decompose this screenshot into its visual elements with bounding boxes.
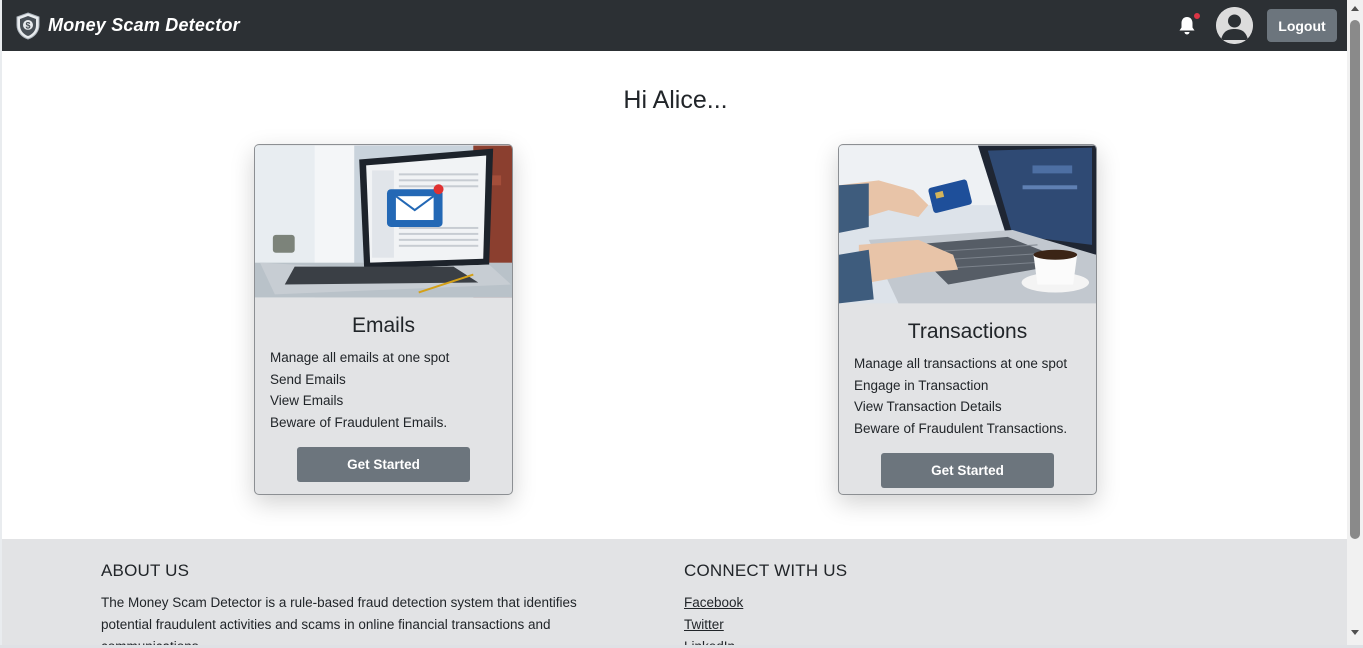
social-links: Facebook Twitter LinkedIn — [684, 592, 984, 645]
transactions-card-line: Beware of Fraudulent Transactions. — [854, 420, 1068, 436]
facebook-link[interactable]: Facebook — [684, 592, 984, 614]
emails-card-title: Emails — [351, 314, 415, 337]
transactions-card-line: View Transaction Details — [854, 399, 1002, 414]
brand-link[interactable]: $ Money Scam Detector — [14, 11, 240, 40]
page-greeting: Hi Alice... — [623, 86, 728, 114]
emails-card: Emails Manage all emails at one spot Sen… — [254, 144, 513, 495]
transactions-card-line: Manage all transactions at one spot — [854, 356, 1068, 371]
transactions-card-description: Manage all transactions at one spot Enga… — [839, 353, 1096, 439]
twitter-link[interactable]: Twitter — [684, 614, 984, 636]
navbar-actions: Logout — [1176, 0, 1337, 51]
emails-get-started-button[interactable]: Get Started — [297, 447, 470, 482]
top-navbar: $ Money Scam Detector Logout — [2, 0, 1347, 51]
emails-card-line: Beware of Fraudulent Emails. — [270, 414, 448, 430]
svg-text:$: $ — [25, 20, 30, 30]
notifications-button[interactable] — [1176, 11, 1201, 37]
connect-heading: CONNECT WITH US — [684, 561, 848, 580]
transactions-card: Transactions Manage all transactions at … — [838, 144, 1097, 495]
logout-button[interactable]: Logout — [1267, 9, 1337, 42]
linkedin-link[interactable]: LinkedIn — [684, 636, 984, 645]
vertical-scrollbar[interactable] — [1347, 0, 1363, 645]
page-footer: ABOUT US The Money Scam Detector is a ru… — [2, 539, 1347, 645]
scroll-up-arrow-icon[interactable] — [1351, 6, 1359, 11]
transactions-get-started-button[interactable]: Get Started — [881, 453, 1054, 488]
about-text: The Money Scam Detector is a rule-based … — [101, 595, 577, 645]
emails-card-description: Manage all emails at one spot Send Email… — [255, 347, 512, 433]
laptop-email-image — [255, 145, 512, 298]
user-avatar-icon — [1216, 7, 1253, 44]
emails-card-line: Send Emails — [270, 371, 346, 387]
emails-card-line: Manage all emails at one spot — [270, 350, 450, 365]
brand-title: Money Scam Detector — [48, 15, 240, 35]
notification-dot — [1193, 11, 1201, 20]
about-heading: ABOUT US — [101, 561, 190, 580]
footer-connect-section: CONNECT WITH US Facebook Twitter LinkedI… — [684, 561, 984, 645]
scroll-down-arrow-icon[interactable] — [1351, 630, 1359, 635]
user-avatar[interactable] — [1216, 7, 1253, 44]
laptop-card-image — [839, 145, 1096, 304]
scrollbar-thumb[interactable] — [1350, 20, 1360, 539]
transactions-card-title: Transactions — [907, 320, 1028, 343]
page-viewport: $ Money Scam Detector Logout Hi Alice...… — [0, 0, 1347, 645]
transactions-card-line: Engage in Transaction — [854, 377, 989, 393]
shield-logo-icon: $ — [16, 11, 40, 40]
footer-about-section: ABOUT US The Money Scam Detector is a ru… — [101, 561, 621, 645]
emails-card-line: View Emails — [270, 393, 344, 408]
